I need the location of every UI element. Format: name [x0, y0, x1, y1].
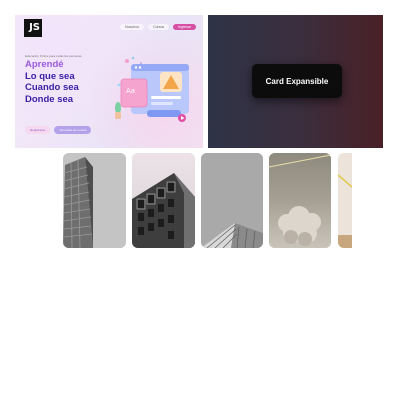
photo-card-building[interactable] [132, 153, 195, 248]
education-illustration: Aa [115, 56, 189, 122]
js-logo: JS [24, 19, 42, 37]
card-label: Card Expansible [265, 76, 329, 86]
headline-line-1: Aprendé [25, 59, 64, 70]
photo-card-corner[interactable] [201, 153, 263, 248]
expandable-card[interactable]: Card Expansible [252, 64, 342, 98]
hero-buttons: Registrarse Ver todos los cursos [25, 126, 92, 134]
hero-headline: Aprendé Lo que sea Cuando sea Donde sea [25, 59, 79, 105]
headline-line-4: Donde sea [25, 93, 74, 105]
headline-line-2: Lo que sea [25, 70, 75, 82]
hero-eyebrow: Educación Online para todas las personas [25, 54, 82, 58]
nav-link-cursos[interactable]: Cursos [148, 24, 170, 30]
expandable-card-preview[interactable]: Card Expansible [208, 15, 383, 148]
skyscraper-image [63, 153, 126, 248]
building-image [132, 153, 195, 248]
register-button[interactable]: Registrarse [25, 126, 51, 134]
aa-card-text: Aa [126, 87, 135, 95]
view-courses-button[interactable]: Ver todos los cursos [54, 126, 92, 134]
gallery-page: JS Nosotros Cursos Ingresar Educación On… [0, 0, 400, 400]
photo-card-skyscraper[interactable] [63, 153, 126, 248]
photo-card-partial[interactable] [338, 153, 352, 248]
preview-nav: Nosotros Cursos Ingresar [120, 24, 196, 30]
corner-building-image [201, 153, 263, 248]
clouds-image [269, 153, 331, 248]
landing-page-preview[interactable]: JS Nosotros Cursos Ingresar Educación On… [15, 15, 203, 148]
photo-card-clouds[interactable] [269, 153, 331, 248]
partial-image [338, 153, 352, 248]
nav-link-nosotros[interactable]: Nosotros [120, 24, 145, 30]
headline-line-3: Cuando sea [25, 82, 79, 93]
login-button[interactable]: Ingresar [173, 24, 196, 30]
